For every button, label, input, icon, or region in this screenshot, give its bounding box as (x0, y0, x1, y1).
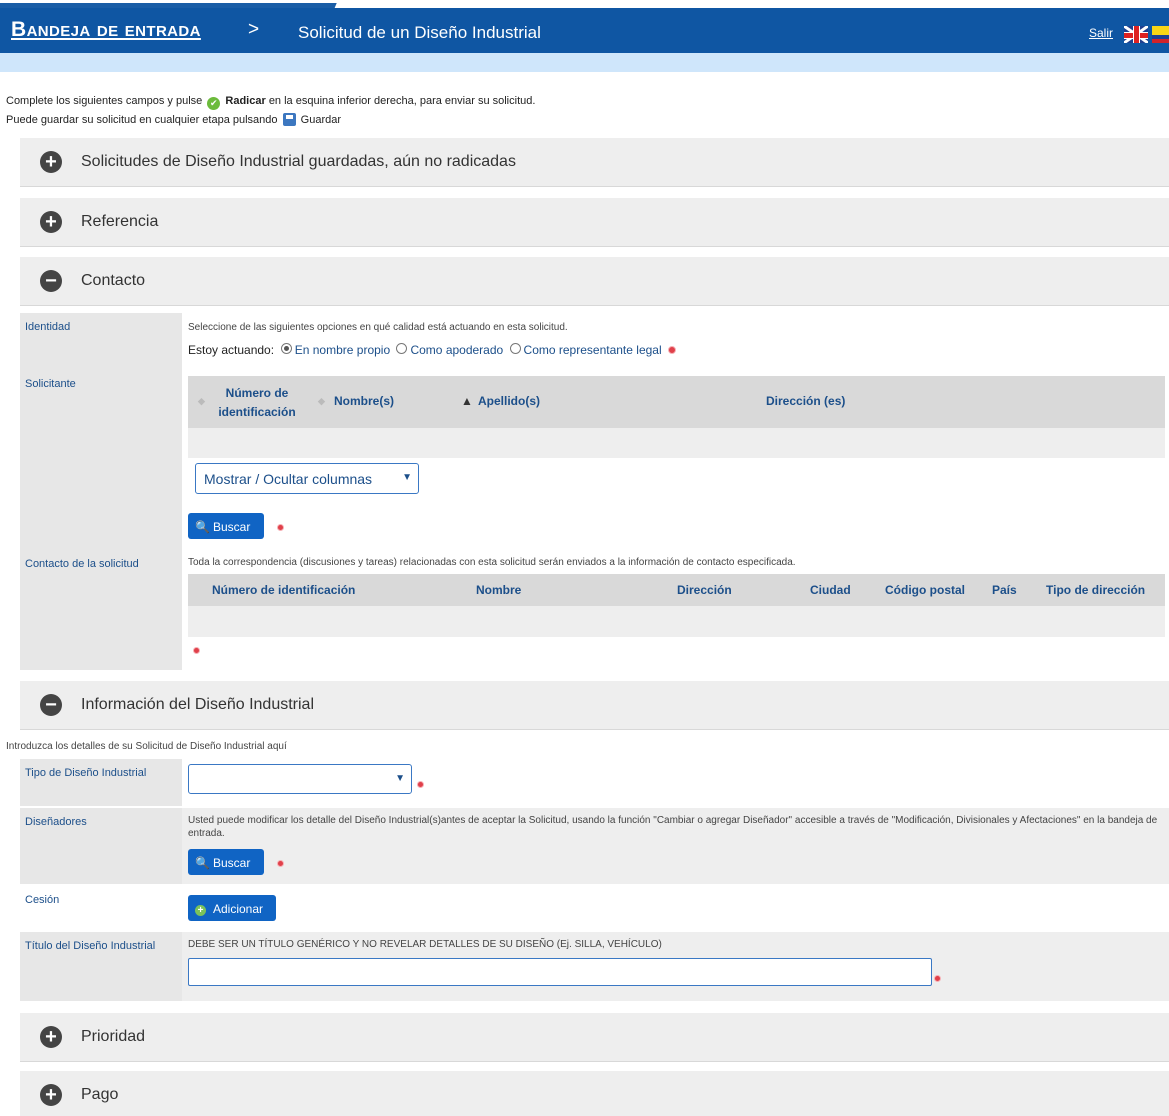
radio-legal-rep[interactable] (509, 343, 521, 354)
exit-link[interactable]: Salir (1089, 26, 1113, 40)
contact-label-cell: Contacto de la solicitud (20, 550, 182, 670)
inbox-link[interactable]: Bandeja de entrada (11, 18, 201, 42)
sub-header-bar (0, 53, 1169, 72)
chevron-down-icon: ▼ (402, 472, 412, 483)
required-marker (277, 860, 284, 867)
identity-label-cell: Identidad (20, 313, 182, 370)
acting-radio-group: Estoy actuando: En nombre propio Como ap… (188, 343, 676, 357)
search-icon: 🔍 (195, 520, 210, 534)
col-country[interactable]: País (992, 583, 1017, 597)
required-marker (193, 647, 200, 654)
contact-help: Toda la correspondencia (discusiones y t… (188, 557, 796, 568)
col-address[interactable]: Dirección (677, 583, 732, 597)
expand-icon: + (40, 151, 62, 173)
section-design-info[interactable]: − Información del Diseño Industrial (20, 681, 1169, 730)
contact-table-body (188, 606, 1165, 637)
title-help: DEBE SER UN TÍTULO GENÉRICO Y NO REVELAR… (188, 939, 662, 950)
col-postal-code[interactable]: Código postal (885, 583, 965, 597)
sort-icon[interactable]: ◆ (198, 396, 205, 407)
search-icon: 🔍 (195, 856, 210, 870)
add-icon: + (195, 905, 206, 916)
breadcrumb-separator: > (248, 19, 260, 40)
radio-attorney[interactable] (396, 343, 408, 354)
col-id-number[interactable]: Número de identificación (212, 583, 355, 597)
contact-table-header: Número de identificación Nombre Direcció… (188, 574, 1165, 606)
design-title-input[interactable] (188, 958, 932, 986)
applicant-search-button[interactable]: 🔍 Buscar (188, 513, 264, 539)
columns-toggle-select[interactable]: Mostrar / Ocultar columnas ▼ (195, 463, 419, 494)
sort-icon[interactable]: ◆ (318, 396, 325, 407)
chevron-down-icon: ▼ (395, 773, 405, 784)
expand-icon: + (40, 211, 62, 233)
identity-help: Seleccione de las siguientes opciones en… (188, 322, 568, 333)
type-label-cell: Tipo de Diseño Industrial (20, 759, 182, 806)
col-addresses[interactable]: Dirección (es) (766, 394, 845, 408)
collapse-icon: − (40, 694, 62, 716)
section-saved-applications[interactable]: + Solicitudes de Diseño Industrial guard… (20, 138, 1169, 187)
intro-line-1: Complete los siguientes campos y pulse ✔… (6, 95, 536, 110)
applicant-table-header: ◆ Número de identificación ◆ Nombre(s) ▲… (188, 376, 1165, 428)
english-flag-icon[interactable] (1124, 26, 1148, 43)
required-marker (417, 781, 424, 788)
section-contact[interactable]: − Contacto (20, 257, 1169, 306)
check-icon: ✔ (207, 97, 221, 110)
section-priority[interactable]: + Prioridad (20, 1013, 1169, 1062)
expand-icon: + (40, 1026, 62, 1048)
col-id-number[interactable]: Número de identificación (212, 384, 302, 422)
top-strip (0, 0, 1169, 8)
active-tab-shape (0, 0, 338, 8)
section-payment[interactable]: + Pago (20, 1071, 1169, 1116)
add-assignment-button[interactable]: + Adicionar (188, 895, 276, 921)
assignment-label-cell: Cesión (20, 886, 182, 932)
designers-help: Usted puede modificar los detalle del Di… (188, 815, 1158, 839)
radio-own-name[interactable] (280, 343, 292, 354)
design-intro: Introduzca los detalles de su Solicitud … (6, 741, 287, 752)
applicant-label-cell: Solicitante (20, 370, 182, 550)
designers-label-cell: Diseñadores (20, 808, 182, 884)
col-city[interactable]: Ciudad (810, 583, 851, 597)
page-title: Solicitud de un Diseño Industrial (298, 23, 541, 42)
section-reference[interactable]: + Referencia (20, 198, 1169, 247)
save-icon (282, 113, 296, 126)
col-names[interactable]: Nombre(s) (334, 394, 394, 408)
col-surnames[interactable]: Apellido(s) (478, 394, 540, 408)
design-type-select[interactable]: ▼ (188, 764, 412, 794)
title-label-cell: Título del Diseño Industrial (20, 932, 182, 1001)
applicant-table-body (188, 428, 1165, 458)
header-bar: Bandeja de entrada > Solicitud de un Dis… (0, 8, 1169, 53)
expand-icon: + (40, 1084, 62, 1106)
sort-asc-icon[interactable]: ▲ (461, 394, 473, 408)
required-marker (277, 524, 284, 531)
submit-keyword: Radicar (225, 95, 266, 107)
col-name[interactable]: Nombre (476, 583, 521, 597)
designers-search-button[interactable]: 🔍 Buscar (188, 849, 264, 875)
collapse-icon: − (40, 270, 62, 292)
intro-line-2: Puede guardar su solicitud en cualquier … (6, 113, 342, 126)
colombia-flag-icon[interactable] (1152, 26, 1169, 43)
required-marker (934, 975, 941, 982)
required-marker (667, 346, 676, 354)
col-address-type[interactable]: Tipo de dirección (1046, 583, 1145, 597)
